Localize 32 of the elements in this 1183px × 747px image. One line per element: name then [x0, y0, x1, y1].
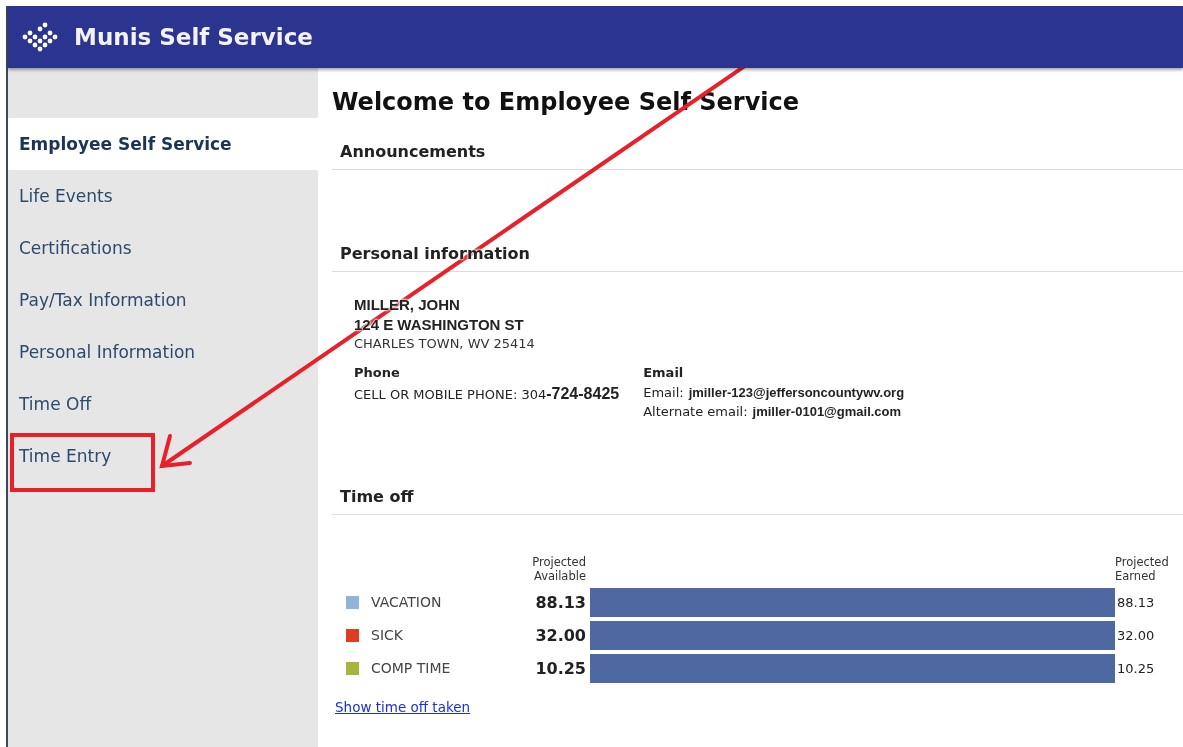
leave-type: COMP TIME	[371, 660, 451, 677]
city-address: CHARLES TOWN, WV 25414	[354, 336, 536, 351]
sidebar-item[interactable]: Life Events	[8, 170, 318, 222]
sidebar-item[interactable]: Personal Information	[8, 326, 318, 378]
leave-type: VACATION	[371, 594, 442, 611]
sidebar-item[interactable]: Time Off	[8, 378, 318, 430]
page-title: Welcome to Employee Self Service	[332, 88, 800, 116]
sidebar-item[interactable]: Time Entry	[8, 430, 318, 482]
email-address: jmiller-0101@gmail.com	[752, 404, 902, 419]
available-hours: 10.25	[534, 658, 587, 678]
show-time-off-link[interactable]: Show time off taken	[335, 698, 471, 715]
section-heading: Announcements	[332, 130, 1183, 170]
email-heading: Email	[643, 365, 685, 380]
earned-hours: 10.25	[1116, 660, 1156, 676]
app-title: Munis Self Service	[74, 24, 313, 50]
earned-hours: 88.13	[1116, 594, 1156, 610]
leave-type: SICK	[371, 627, 403, 644]
available-hours: 32.00	[534, 625, 587, 645]
email-label: Email:	[643, 385, 684, 400]
phone-heading: Phone	[354, 365, 401, 380]
column-header: Projected Available	[531, 555, 587, 584]
available-hours: 88.13	[534, 592, 587, 612]
email-label: Alternate email:	[643, 404, 748, 419]
email-address: jmiller-123@jeffersoncountywv.org	[688, 385, 905, 400]
earned-hours: 32.00	[1116, 627, 1156, 643]
sidebar-item[interactable]: Employee Self Service	[8, 118, 318, 170]
sidebar-item[interactable]: Pay/Tax Information	[8, 274, 318, 326]
phone-number: CELL OR MOBILE PHONE: 304-724-8425	[354, 385, 620, 403]
logo-icon	[22, 20, 60, 54]
section-heading: Time off	[332, 475, 1183, 515]
column-header: Projected Earned	[1115, 555, 1170, 584]
sidebar-item[interactable]: Certifications	[8, 222, 318, 274]
